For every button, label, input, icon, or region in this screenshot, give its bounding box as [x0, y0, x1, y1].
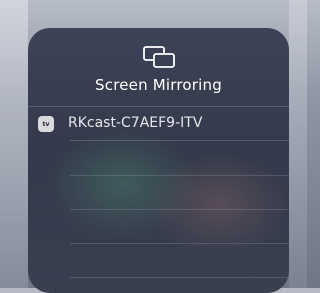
- panel-header: Screen Mirroring: [28, 28, 289, 107]
- background-blur-left: [0, 0, 28, 288]
- apple-tv-badge-text: tv: [42, 120, 50, 128]
- device-name: RKcast-C7AEF9-ITV: [68, 115, 203, 131]
- list-divider: [70, 175, 289, 176]
- device-item[interactable]: tv RKcast-C7AEF9-ITV: [28, 107, 289, 141]
- list-divider: [70, 243, 289, 244]
- list-divider: [70, 277, 289, 278]
- list-divider: [70, 209, 289, 210]
- screen-mirroring-icon: [143, 46, 175, 68]
- screen-mirroring-panel: Screen Mirroring tv RKcast-C7AEF9-ITV: [28, 28, 289, 293]
- panel-title: Screen Mirroring: [95, 76, 222, 94]
- background-blur-right: [289, 0, 307, 288]
- apple-tv-icon: tv: [38, 116, 54, 132]
